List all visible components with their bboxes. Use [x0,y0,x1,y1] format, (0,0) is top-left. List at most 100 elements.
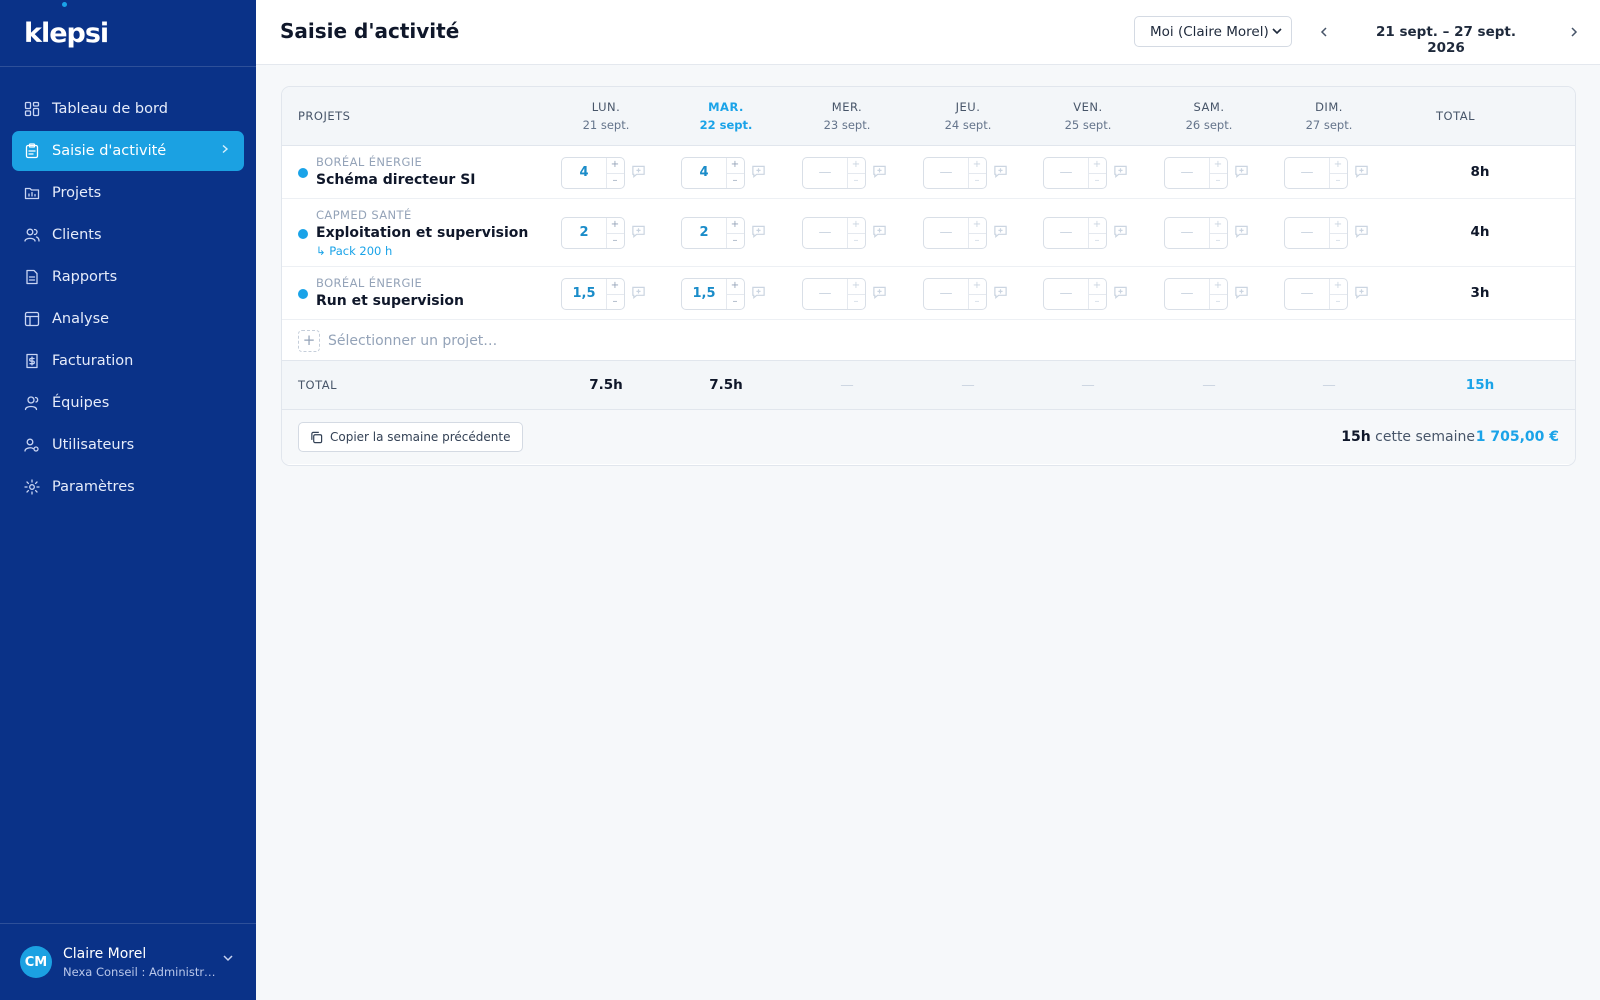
increment-button[interactable]: + [1329,279,1347,294]
hours-value[interactable]: — [1044,158,1088,188]
decrement-button[interactable]: – [606,233,624,248]
hours-input[interactable]: — + – [1164,278,1228,310]
hours-input[interactable]: 1,5 + – [681,278,745,310]
sidebar-item-equipes[interactable]: Équipes [12,383,244,423]
logo[interactable]: klepsi [0,0,256,67]
hours-value[interactable]: — [1285,218,1329,248]
hours-value[interactable]: — [1165,158,1209,188]
increment-button[interactable]: + [1209,279,1227,294]
increment-button[interactable]: + [968,218,986,233]
comment-icon[interactable] [993,164,1009,180]
comment-icon[interactable] [1234,224,1250,240]
comment-icon[interactable] [631,164,647,180]
decrement-button[interactable]: – [1209,173,1227,188]
decrement-button[interactable]: – [1329,233,1347,248]
decrement-button[interactable]: – [606,173,624,188]
next-week-button[interactable] [1562,20,1586,44]
decrement-button[interactable]: – [1329,173,1347,188]
comment-icon[interactable] [1113,285,1129,301]
hours-input[interactable]: — + – [923,217,987,249]
add-project-row[interactable]: + Sélectionner un projet… [282,320,1575,361]
hours-input[interactable]: — + – [1164,217,1228,249]
comment-icon[interactable] [631,285,647,301]
hours-value[interactable]: — [1285,158,1329,188]
comment-icon[interactable] [751,285,767,301]
increment-button[interactable]: + [968,158,986,173]
plus-icon[interactable]: + [298,330,320,352]
decrement-button[interactable]: – [726,294,744,309]
add-project-select[interactable]: Sélectionner un projet… [328,333,497,349]
hours-input[interactable]: 4 + – [681,157,745,189]
pack-link[interactable]: ↳ Pack 200 h [316,244,392,258]
hours-input[interactable]: — + – [1284,217,1348,249]
comment-icon[interactable] [1354,164,1370,180]
user-menu[interactable]: CM Claire Morel Nexa Conseil : Administr… [0,923,256,1000]
comment-icon[interactable] [1234,285,1250,301]
decrement-button[interactable]: – [968,294,986,309]
increment-button[interactable]: + [1088,218,1106,233]
comment-icon[interactable] [993,285,1009,301]
decrement-button[interactable]: – [606,294,624,309]
increment-button[interactable]: + [1209,158,1227,173]
comment-icon[interactable] [1113,224,1129,240]
hours-input[interactable]: — + – [802,157,866,189]
increment-button[interactable]: + [726,279,744,294]
comment-icon[interactable] [993,224,1009,240]
decrement-button[interactable]: – [847,294,865,309]
hours-input[interactable]: — + – [1043,217,1107,249]
hours-input[interactable]: — + – [802,217,866,249]
comment-icon[interactable] [872,224,888,240]
hours-value[interactable]: 4 [682,158,726,188]
sidebar-item-parametres[interactable]: Paramètres [12,467,244,507]
increment-button[interactable]: + [1329,218,1347,233]
person-select[interactable]: Moi (Claire Morel) [1134,16,1292,47]
decrement-button[interactable]: – [968,173,986,188]
decrement-button[interactable]: – [968,233,986,248]
previous-week-button[interactable] [1312,20,1336,44]
hours-input[interactable]: — + – [923,157,987,189]
sidebar-item-rapports[interactable]: Rapports [12,257,244,297]
sidebar-item-facturation[interactable]: Facturation [12,341,244,381]
comment-icon[interactable] [751,224,767,240]
hours-input[interactable]: 2 + – [681,217,745,249]
hours-value[interactable]: 1,5 [562,279,606,309]
hours-input[interactable]: — + – [1284,157,1348,189]
sidebar-item-analyse[interactable]: Analyse [12,299,244,339]
copy-previous-week-button[interactable]: Copier la semaine précédente [298,422,524,452]
hours-input[interactable]: — + – [1284,278,1348,310]
hours-value[interactable]: — [1044,218,1088,248]
hours-input[interactable]: — + – [923,278,987,310]
chevron-down-icon[interactable] [222,952,234,967]
hours-value[interactable]: 2 [562,218,606,248]
hours-input[interactable]: — + – [1164,157,1228,189]
hours-input[interactable]: — + – [1043,157,1107,189]
hours-input[interactable]: 1,5 + – [561,278,625,310]
increment-button[interactable]: + [968,279,986,294]
decrement-button[interactable]: – [726,233,744,248]
comment-icon[interactable] [1113,164,1129,180]
hours-value[interactable]: — [924,218,968,248]
decrement-button[interactable]: – [1088,294,1106,309]
hours-input[interactable]: — + – [802,278,866,310]
increment-button[interactable]: + [847,158,865,173]
sidebar-item-tableau-de-bord[interactable]: Tableau de bord [12,89,244,129]
decrement-button[interactable]: – [1209,294,1227,309]
increment-button[interactable]: + [847,279,865,294]
decrement-button[interactable]: – [847,233,865,248]
comment-icon[interactable] [751,164,767,180]
comment-icon[interactable] [872,164,888,180]
increment-button[interactable]: + [1209,218,1227,233]
hours-value[interactable]: — [803,218,847,248]
hours-value[interactable]: — [1285,279,1329,309]
hours-input[interactable]: — + – [1043,278,1107,310]
comment-icon[interactable] [631,224,647,240]
sidebar-item-utilisateurs[interactable]: Utilisateurs [12,425,244,465]
increment-button[interactable]: + [1329,158,1347,173]
increment-button[interactable]: + [847,218,865,233]
hours-value[interactable]: — [803,279,847,309]
sidebar-item-saisie-d-activite[interactable]: Saisie d'activité [12,131,244,171]
hours-value[interactable]: — [1044,279,1088,309]
decrement-button[interactable]: – [726,173,744,188]
hours-value[interactable]: — [1165,218,1209,248]
decrement-button[interactable]: – [1088,173,1106,188]
